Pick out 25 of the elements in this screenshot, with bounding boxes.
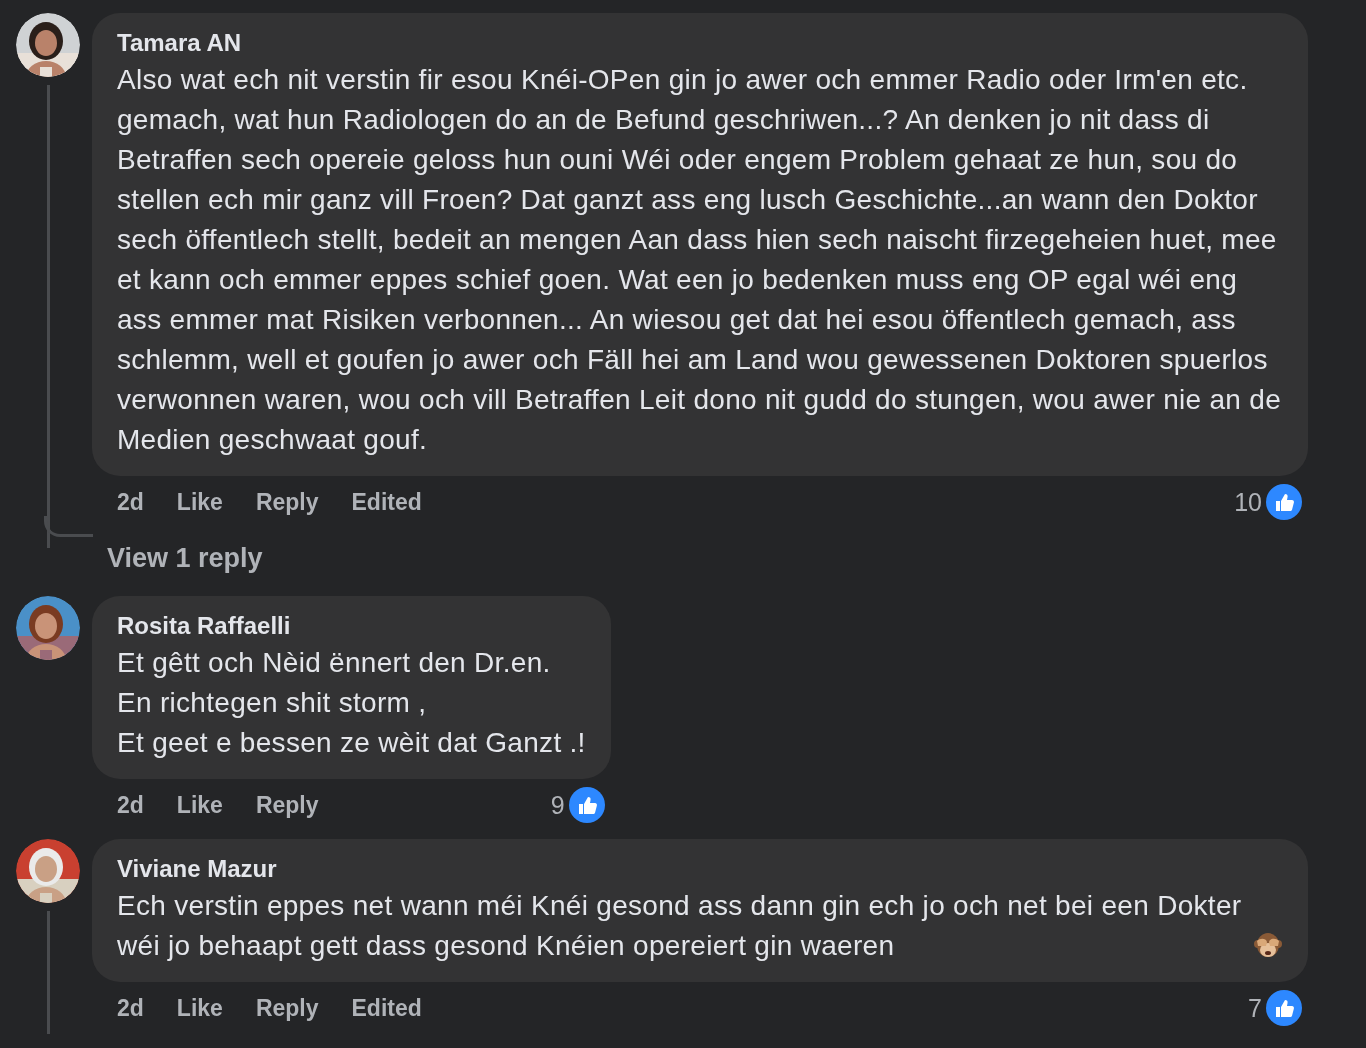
like-reaction-icon <box>1266 484 1302 520</box>
like-reaction-icon <box>568 787 605 823</box>
like-link[interactable]: Like <box>176 791 223 819</box>
reaction-count[interactable]: 7 <box>1248 993 1262 1023</box>
author-name[interactable]: Viviane Mazur <box>117 852 1283 886</box>
comment-text: Et gêtt och Nèid ënnert den Dr.en. En richtegen shit storm , Et geet e bessen ze wèit dat Ganzt .! <box>117 646 586 760</box>
like-reaction-icon <box>1266 990 1302 1026</box>
reply-link[interactable]: Reply <box>255 994 319 1022</box>
like-link[interactable]: Like <box>176 994 223 1022</box>
view-replies-link[interactable]: View 1 reply <box>107 542 263 574</box>
reply-link[interactable]: Reply <box>255 488 319 516</box>
timestamp-link[interactable]: 2d <box>117 791 144 819</box>
edited-label: Edited <box>351 488 422 516</box>
author-name[interactable]: Rosita Raffaelli <box>117 609 586 643</box>
thread-connector <box>44 516 93 537</box>
edited-label: Edited <box>351 994 422 1022</box>
reply-link[interactable]: Reply <box>255 791 319 819</box>
reaction-count[interactable]: 10 <box>1234 487 1262 517</box>
reaction-count[interactable]: 9 <box>550 790 565 820</box>
timestamp-link[interactable]: 2d <box>117 488 144 516</box>
author-name[interactable]: Tamara AN <box>117 26 1283 60</box>
like-link[interactable]: Like <box>176 488 223 516</box>
comment-text: Ech verstin eppes net wann méi Knéi gesond ass dann gin ech jo och net bei een Dokter wéi jo behaapt gett dass gesond Knéien opereiert gin waeren <box>117 889 1243 963</box>
comment-text: Also wat ech nit verstin fir esou Knéi-OPen gin jo awer och emmer Radio oder Irm'en etc. gemach, wat hun Radiologen do an de Befund geschriwen...? An denken jo nit dass di Betraffen sech opereie geloss hun ouni Wéi oder engem Problem gehaat ze hun, sou do stellen ech mir ganz vill Froen? Dat ganzt ass eng lusch Geschichte...an wann den Doktor sech öffentlech stellt, bedeit an mengen Aan dass hien sech naischt firzegeheien huet, mee et kann och emmer eppes schief goen. Wat een jo bedenken muss eng OP egal wéi eng ass emmer mat Risiken verbonnen... An wiesou get dat hei esou öffentlech gemach, ass schlemm, well et goufen jo awer och Fäll hei am Land wou gewessenen Doktoren spuerlos verwonnen waren, wou och vill Betraffen Leit dono nit gudd do stungen, wou awer nie an de Medien geschwaat gouf. <box>117 63 1283 457</box>
timestamp-link[interactable]: 2d <box>117 994 144 1022</box>
